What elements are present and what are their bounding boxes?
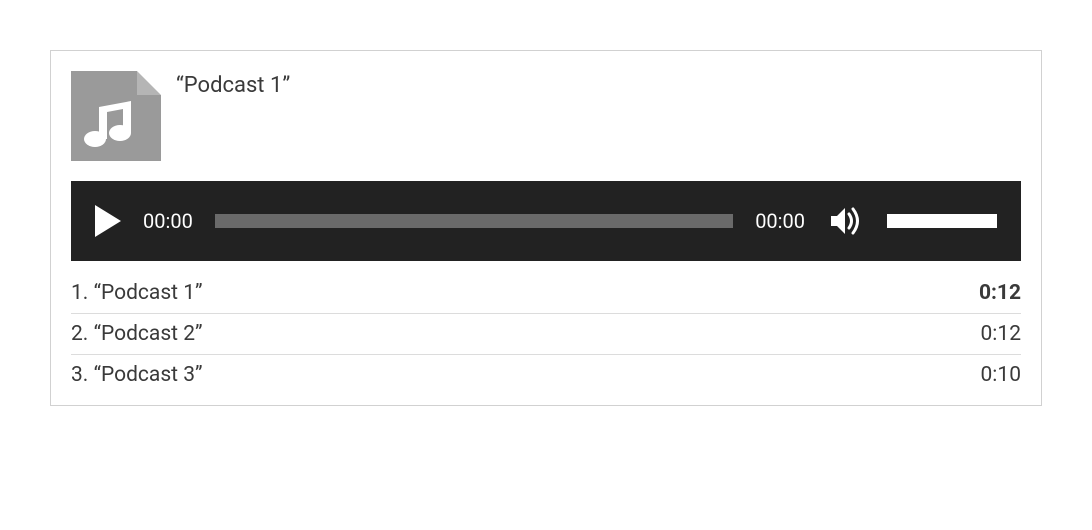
audio-player-card: “Podcast 1” 00:00 00:00 1. “Podcast 1” 0… [50, 50, 1042, 406]
track-duration: 0:10 [981, 363, 1022, 387]
volume-icon[interactable] [827, 202, 865, 240]
track-title: 1. “Podcast 1” [71, 281, 203, 305]
track-duration: 0:12 [981, 322, 1022, 346]
progress-bar[interactable] [215, 214, 733, 228]
play-button[interactable] [95, 205, 121, 237]
playlist: 1. “Podcast 1” 0:12 2. “Podcast 2” 0:12 … [71, 273, 1021, 395]
now-playing-header: “Podcast 1” [71, 71, 1021, 161]
track-duration: 0:12 [979, 281, 1021, 305]
current-track-title: “Podcast 1” [176, 71, 290, 99]
elapsed-time: 00:00 [143, 209, 193, 233]
track-title: 3. “Podcast 3” [71, 363, 203, 387]
player-controls: 00:00 00:00 [71, 181, 1021, 261]
playlist-item[interactable]: 3. “Podcast 3” 0:10 [71, 355, 1021, 395]
music-file-icon [71, 71, 161, 161]
playlist-item[interactable]: 1. “Podcast 1” 0:12 [71, 273, 1021, 314]
playlist-item[interactable]: 2. “Podcast 2” 0:12 [71, 314, 1021, 355]
track-title: 2. “Podcast 2” [71, 322, 203, 346]
total-time: 00:00 [755, 209, 805, 233]
volume-slider[interactable] [887, 214, 997, 228]
